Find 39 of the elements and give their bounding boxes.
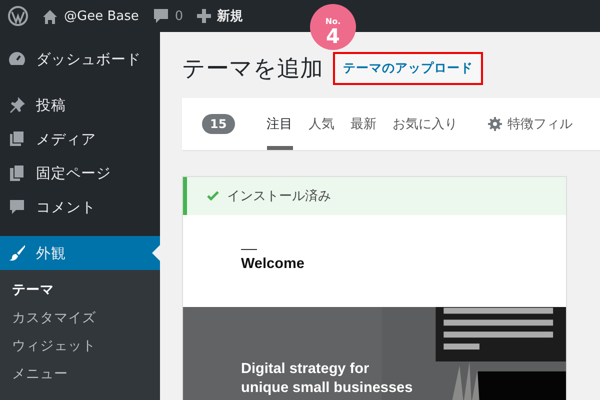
- page-title: テーマを追加: [182, 54, 323, 84]
- menu-item[interactable]: コメント: [0, 190, 160, 224]
- pages-icon: [8, 164, 26, 182]
- step-badge: No. 4: [310, 4, 356, 50]
- preview-heading: Welcome: [241, 256, 306, 272]
- filter-tab[interactable]: お気に入り: [392, 98, 458, 150]
- comment-icon: [152, 8, 169, 24]
- gauge-icon: [8, 50, 26, 68]
- hero-text: unique small businesses: [241, 379, 413, 398]
- comment-icon: [8, 198, 26, 216]
- site-name-link[interactable]: @Gee Base: [64, 8, 139, 24]
- filter-tab[interactable]: 最新: [350, 98, 377, 150]
- wordpress-logo-icon[interactable]: [8, 6, 28, 26]
- new-link[interactable]: 新規: [217, 7, 244, 25]
- brush-icon: [8, 244, 26, 262]
- submenu-item[interactable]: メニュー: [0, 360, 160, 388]
- upload-theme-button[interactable]: テーマのアップロード: [333, 52, 483, 84]
- menu-item[interactable]: メディア: [0, 122, 160, 156]
- gear-icon: [488, 117, 502, 131]
- menu-item[interactable]: 固定ページ: [0, 156, 160, 190]
- theme-count: 15: [202, 114, 235, 134]
- comment-count[interactable]: 0: [174, 8, 184, 24]
- feature-filter-link[interactable]: 特徴フィル: [508, 115, 573, 133]
- media-icon: [8, 130, 26, 148]
- filter-tab[interactable]: 注目: [266, 98, 293, 150]
- filter-tab[interactable]: 人気: [308, 98, 335, 150]
- submenu-item[interactable]: テーマ: [0, 276, 160, 304]
- pin-icon: [8, 96, 26, 114]
- hero-text: Digital strategy for: [241, 360, 370, 379]
- theme-card[interactable]: インストール済み Welcome Digital strategy for unique small businesses: [182, 176, 567, 400]
- submenu-item[interactable]: カスタマイズ: [0, 304, 160, 332]
- home-icon: [42, 8, 58, 24]
- installed-label: インストール済み: [227, 188, 331, 205]
- menu-item[interactable]: ダッシュボード: [0, 42, 160, 76]
- submenu-item[interactable]: ウィジェット: [0, 332, 160, 360]
- plus-icon: [197, 9, 212, 23]
- check-icon: [207, 191, 219, 201]
- menu-item[interactable]: 投稿: [0, 88, 160, 122]
- menu-item[interactable]: 外観: [0, 236, 160, 270]
